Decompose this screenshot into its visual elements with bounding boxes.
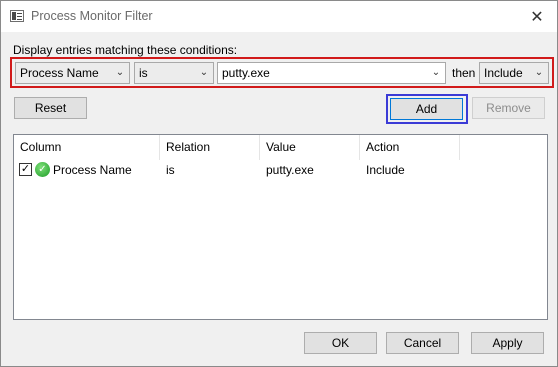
close-icon: ✕ [530,8,544,26]
conditions-label: Display entries matching these condition… [13,43,238,57]
cancel-button[interactable]: Cancel [386,332,459,354]
header-column[interactable]: Column [14,135,160,160]
chevron-down-icon: ⌄ [431,67,441,78]
header-relation[interactable]: Relation [160,135,260,160]
apply-button[interactable]: Apply [471,332,544,354]
row-column: Process Name [53,163,132,177]
relation-select-value: is [139,66,148,80]
reset-button[interactable]: Reset [14,97,87,119]
header-action[interactable]: Action [360,135,460,160]
chevron-down-icon: ⌄ [534,67,544,78]
table-row[interactable]: ✓ ✓ Process Name is putty.exe Include [14,160,547,180]
title-bar: Process Monitor Filter ✕ [1,1,557,32]
row-action: Include [366,163,405,177]
then-label: then [452,66,476,80]
chevron-down-icon: ⌄ [199,67,209,78]
action-select[interactable]: Include ⌄ [479,62,549,84]
add-button[interactable]: Add [390,98,463,120]
relation-select[interactable]: is ⌄ [134,62,214,84]
ok-button[interactable]: OK [304,332,377,354]
process-monitor-icon [10,10,24,22]
filter-list[interactable]: Column Relation Value Action ✓ ✓ Process… [13,134,548,320]
condition-row: Process Name ⌄ is ⌄ putty.exe ⌄ then Inc… [10,57,554,88]
process-monitor-filter-dialog: Process Monitor Filter ✕ Display entries… [0,0,558,367]
value-combo-input[interactable]: putty.exe ⌄ [217,62,446,84]
value-input-text: putty.exe [222,66,270,80]
header-value[interactable]: Value [260,135,360,160]
row-enabled-checkbox[interactable]: ✓ [19,163,32,176]
row-relation: is [166,163,175,177]
filter-list-header: Column Relation Value Action [14,135,547,160]
row-value: putty.exe [266,163,314,177]
column-select[interactable]: Process Name ⌄ [15,62,130,84]
chevron-down-icon: ⌄ [115,67,125,78]
include-check-icon: ✓ [35,162,50,177]
remove-button[interactable]: Remove [472,97,545,119]
close-button[interactable]: ✕ [517,1,557,32]
window-title: Process Monitor Filter [31,9,153,23]
column-select-value: Process Name [20,66,99,80]
action-select-value: Include [484,66,523,80]
